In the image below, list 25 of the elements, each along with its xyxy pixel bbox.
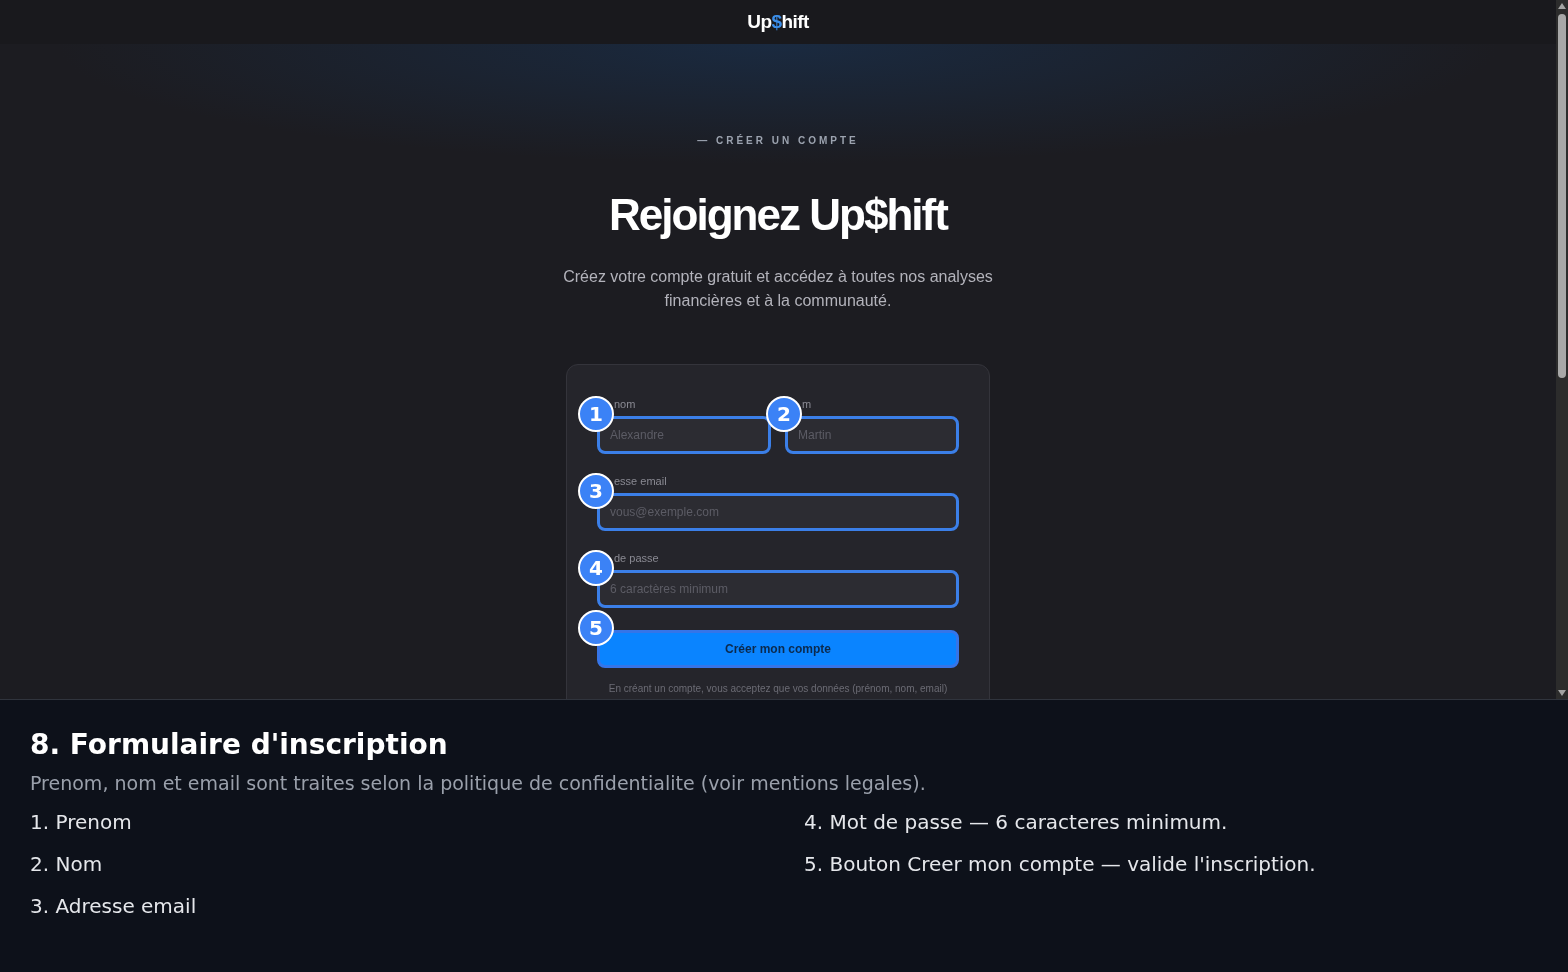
- field-label: esse email: [613, 474, 667, 488]
- section-eyebrow: — CRÉER UN COMPTE: [697, 134, 859, 148]
- caption-item: 1. Prenom: [30, 809, 132, 836]
- logo[interactable]: Up$hift: [747, 7, 809, 37]
- caption-description: Prenom, nom et email sont traites selon la politique de confidentialite (voir mentions legales).: [30, 771, 927, 796]
- caption-item: 2. Nom: [30, 851, 103, 878]
- field-label: de passe: [613, 551, 659, 565]
- scroll-down-icon[interactable]: [1558, 690, 1566, 696]
- field-label: m: [801, 397, 812, 411]
- field-label: nom: [613, 397, 636, 411]
- caption-item: 3. Adresse email: [30, 893, 197, 920]
- step-marker: 1: [578, 396, 614, 432]
- step-marker: 4: [578, 550, 614, 586]
- scrollbar-thumb[interactable]: [1558, 14, 1566, 378]
- consent-notice: En créant un compte, vous acceptez que vos données (prénom, nom, email): [607, 682, 949, 696]
- scrollbar[interactable]: [1556, 0, 1568, 699]
- step-marker: 2: [766, 396, 802, 432]
- step-marker: 3: [578, 473, 614, 509]
- caption-title: 8. Formulaire d'inscription: [30, 728, 449, 762]
- step-marker: 5: [578, 610, 614, 646]
- page-subtitle: Créez votre compte gratuit et accédez à toutes nos analyses financières et à la communauté.: [562, 267, 994, 311]
- page-title: Rejoignez Up$hift: [609, 189, 947, 241]
- scroll-up-icon[interactable]: [1558, 3, 1566, 9]
- caption-item: 5. Bouton Creer mon compte — valide l'inscription.: [804, 851, 1316, 878]
- caption-item: 4. Mot de passe — 6 caracteres minimum.: [804, 809, 1228, 836]
